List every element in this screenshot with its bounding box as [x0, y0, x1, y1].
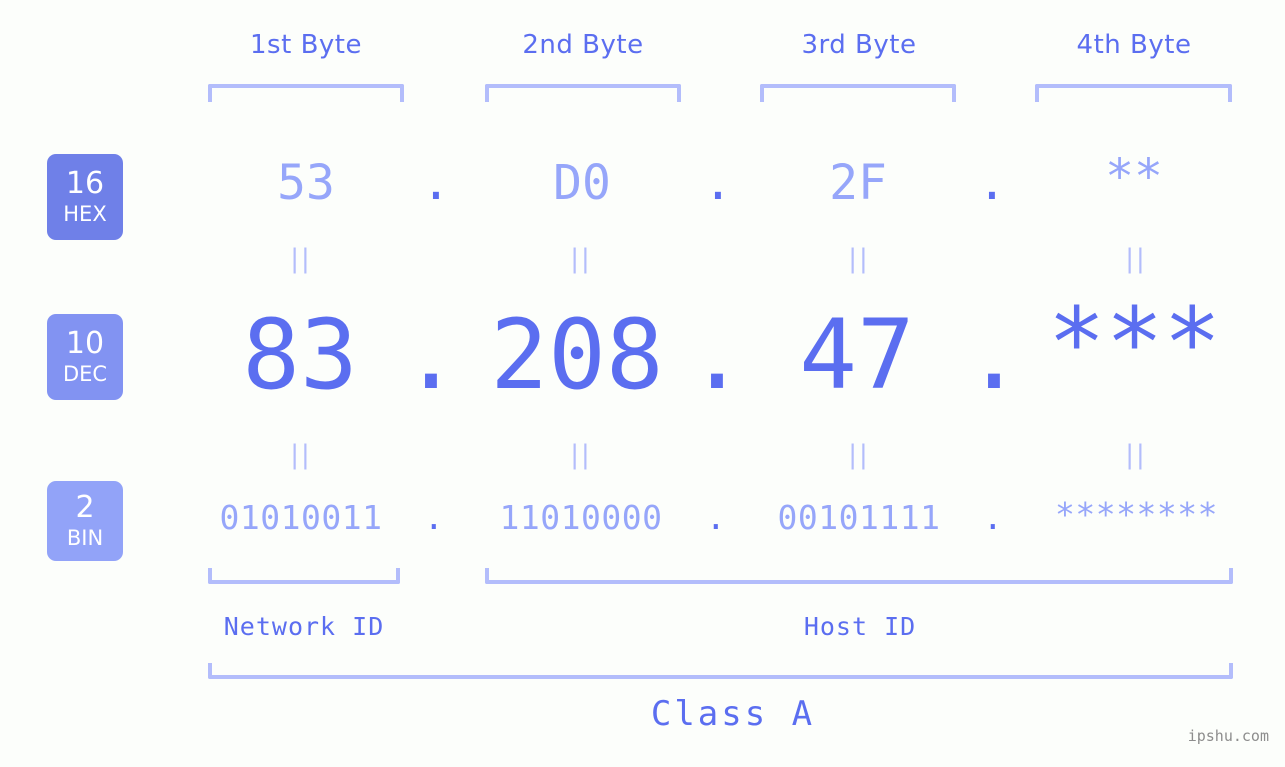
network-id-bracket	[208, 568, 400, 584]
bin-octet-1: 01010011	[219, 498, 383, 537]
hex-octet-2: D0	[553, 155, 611, 211]
equals-connector-hex-dec-2: ||	[570, 244, 592, 274]
network-id-label: Network ID	[223, 612, 385, 641]
equals-connector-dec-bin-3: ||	[848, 440, 870, 470]
byte-header-1: 1st Byte	[250, 30, 362, 60]
dec-separator-1: .	[402, 299, 460, 411]
base-badge-dec: 10 DEC	[47, 314, 123, 400]
base-badge-hex-name: HEX	[63, 202, 107, 226]
hex-octet-4: **	[1105, 149, 1163, 205]
equals-connector-dec-bin-1: ||	[290, 440, 312, 470]
bin-separator-3: .	[982, 498, 1004, 537]
byte-bracket-4	[1035, 84, 1232, 102]
class-bracket	[208, 663, 1233, 679]
base-badge-hex: 16 HEX	[47, 154, 123, 240]
equals-connector-hex-dec-1: ||	[290, 244, 312, 274]
dec-octet-4: ***	[1047, 287, 1222, 399]
hex-separator-2: .	[703, 155, 733, 211]
bin-separator-1: .	[423, 498, 445, 537]
equals-connector-hex-dec-4: ||	[1125, 244, 1147, 274]
dec-octet-1: 83	[242, 299, 358, 411]
site-watermark: ipshu.com	[1187, 727, 1269, 745]
class-label: Class A	[650, 694, 816, 734]
hex-separator-1: .	[421, 155, 451, 211]
byte-header-3: 3rd Byte	[801, 30, 917, 60]
byte-bracket-2	[485, 84, 681, 102]
byte-header-4: 4th Byte	[1076, 30, 1192, 60]
base-badge-bin-radix: 2	[75, 490, 95, 525]
host-id-bracket	[485, 568, 1233, 584]
base-badge-bin-name: BIN	[66, 526, 104, 550]
bin-separator-2: .	[705, 498, 727, 537]
base-badge-dec-radix: 10	[65, 326, 105, 361]
equals-connector-hex-dec-3: ||	[848, 244, 870, 274]
equals-connector-dec-bin-2: ||	[570, 440, 592, 470]
host-id-label: Host ID	[803, 612, 917, 641]
hex-separator-3: .	[977, 155, 1007, 211]
bin-octet-3: 00101111	[777, 498, 941, 537]
dec-octet-2: 208	[490, 299, 664, 411]
ip-breakdown-diagram: 1st Byte 2nd Byte 3rd Byte 4th Byte 16 H…	[0, 0, 1285, 767]
byte-header-2: 2nd Byte	[522, 30, 644, 60]
base-badge-dec-name: DEC	[62, 362, 108, 386]
dec-separator-3: .	[965, 299, 1023, 411]
byte-bracket-3	[760, 84, 956, 102]
base-badge-hex-radix: 16	[65, 166, 105, 201]
equals-connector-dec-bin-4: ||	[1125, 440, 1147, 470]
bin-octet-2: 11010000	[499, 498, 663, 537]
hex-octet-1: 53	[277, 155, 335, 211]
bin-octet-4: ********	[1055, 495, 1218, 534]
byte-bracket-1	[208, 84, 404, 102]
hex-octet-3: 2F	[829, 155, 887, 211]
dec-separator-2: .	[688, 299, 746, 411]
base-badge-bin: 2 BIN	[47, 481, 123, 561]
dec-octet-3: 47	[799, 299, 915, 411]
